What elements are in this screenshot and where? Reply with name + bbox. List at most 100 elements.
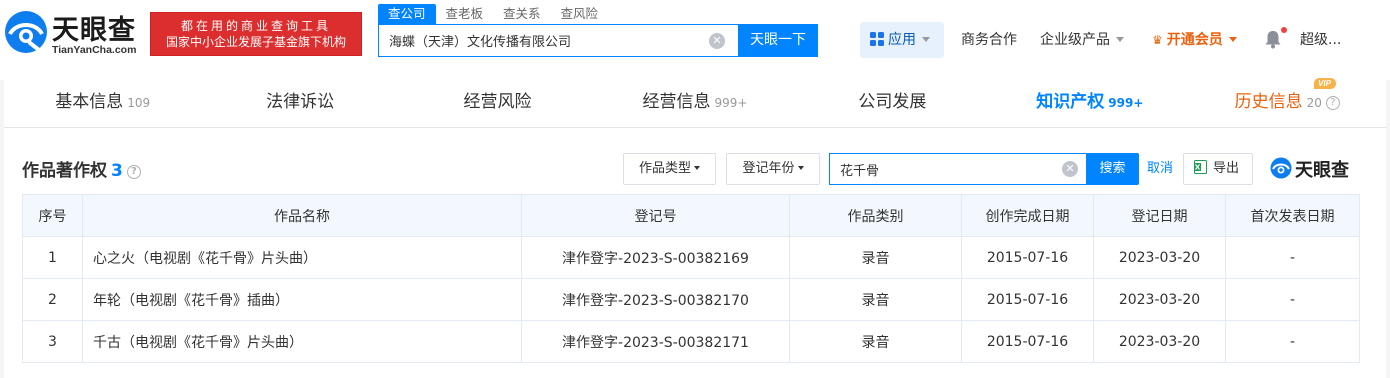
nav-business[interactable]: 商务合作 xyxy=(961,22,1017,58)
crown-icon: ♛ xyxy=(1152,33,1163,47)
filter-register-year[interactable]: 登记年份 xyxy=(726,153,820,185)
brand-watermark: 天眼查 xyxy=(1270,156,1362,182)
clear-search-icon[interactable]: ✕ xyxy=(709,33,725,49)
section-title: 作品著作权 3? xyxy=(22,156,141,181)
tab-label: 知识产权 xyxy=(1036,92,1105,112)
export-button[interactable]: 导出 xyxy=(1183,153,1253,185)
notification-dot xyxy=(1281,27,1287,33)
cell-reg-date: 2023-03-20 xyxy=(1093,320,1226,363)
cell-reg-no: 津作登字-2023-S-00382171 xyxy=(521,320,790,363)
cell-reg-date: 2023-03-20 xyxy=(1093,236,1226,279)
cell-category: 录音 xyxy=(789,236,962,279)
tab-history[interactable]: VIP 历史信息 20? xyxy=(1189,78,1386,127)
nav-enterprise-label: 企业级产品 xyxy=(1040,32,1110,48)
excel-icon xyxy=(1194,160,1207,174)
col-header-publish-date[interactable]: 首次发表日期 xyxy=(1225,194,1360,237)
tianyancha-logo-icon xyxy=(1270,157,1292,179)
nav-vip-label: 开通会员 xyxy=(1166,32,1223,48)
cell-completion-date: 2015-07-16 xyxy=(961,278,1094,321)
cell-index: 1 xyxy=(22,236,83,279)
tab-operation-info[interactable]: 经营信息 999+ xyxy=(596,78,793,127)
top-header: 天眼查 TianYanCha.com 都在用的商业查询工具 国家中小企业发展子基… xyxy=(0,0,1390,80)
clear-keyword-icon[interactable]: ✕ xyxy=(1062,161,1078,177)
cell-completion-date: 2015-07-16 xyxy=(961,320,1094,363)
tab-development[interactable]: 公司发展 xyxy=(794,78,991,127)
tab-search-company[interactable]: 查公司 xyxy=(378,4,436,24)
cell-work-name: 年轮（电视剧《花千骨》插曲） xyxy=(82,278,522,321)
tab-label: 历史信息 xyxy=(1234,92,1303,112)
cell-work-name: 心之火（电视剧《花千骨》片头曲） xyxy=(82,236,522,279)
table-row: 1 心之火（电视剧《花千骨》片头曲） 津作登字-2023-S-00382169 … xyxy=(22,236,1360,279)
cell-work-name: 千古（电视剧《花千骨》片头曲） xyxy=(82,320,522,363)
tab-search-boss[interactable]: 查老板 xyxy=(436,4,494,24)
cell-publish-date: - xyxy=(1225,320,1360,363)
banner-line-2: 国家中小企业发展子基金旗下机构 xyxy=(165,35,346,49)
apps-label: 应用 xyxy=(888,32,916,48)
tab-ip[interactable]: 知识产权 999+ xyxy=(991,78,1189,128)
chevron-down-icon xyxy=(1228,37,1237,42)
filter-work-type[interactable]: 作品类型 xyxy=(623,153,716,185)
col-header-work-name[interactable]: 作品名称 xyxy=(82,194,522,237)
tab-label: 基本信息 xyxy=(55,92,124,112)
table-row: 2 年轮（电视剧《花千骨》插曲） 津作登字-2023-S-00382170 录音… xyxy=(22,278,1360,321)
main-search-input[interactable] xyxy=(379,25,739,56)
search-mode-tabs: 查公司 查老板 查关系 查风险 xyxy=(378,4,608,24)
tab-label: 公司发展 xyxy=(858,92,927,112)
cell-index: 3 xyxy=(22,320,83,363)
chevron-down-icon xyxy=(694,166,700,170)
export-label: 导出 xyxy=(1213,161,1240,176)
tab-label: 法律诉讼 xyxy=(266,92,335,112)
table-row: 3 千古（电视剧《花千骨》片头曲） 津作登字-2023-S-00382171 录… xyxy=(22,320,1360,363)
site-logo[interactable]: 天眼查 TianYanCha.com xyxy=(4,6,146,64)
promo-banner: 都在用的商业查询工具 国家中小企业发展子基金旗下机构 xyxy=(150,12,362,56)
help-icon[interactable]: ? xyxy=(1325,96,1340,110)
logo-domain: TianYanCha.com xyxy=(52,44,137,56)
copyright-table: 序号 作品名称 登记号 作品类别 创作完成日期 登记日期 首次发表日期 1 心之… xyxy=(22,194,1360,363)
main-search-button[interactable]: 天眼一下 xyxy=(738,24,818,57)
apps-menu-button[interactable]: 应用 xyxy=(860,22,944,58)
cell-reg-no: 津作登字-2023-S-00382170 xyxy=(521,278,790,321)
apps-grid-icon xyxy=(870,32,884,46)
cancel-search-link[interactable]: 取消 xyxy=(1147,153,1173,185)
tab-search-relation[interactable]: 查关系 xyxy=(493,4,551,24)
col-header-index: 序号 xyxy=(22,194,83,237)
tab-label: 经营信息 xyxy=(642,92,711,112)
company-tabs: 基本信息 109 法律诉讼 经营风险 经营信息 999+ 公司发展 知识产权 999+… xyxy=(4,78,1386,128)
col-header-reg-no[interactable]: 登记号 xyxy=(521,194,790,237)
tab-count: 999+ xyxy=(1108,96,1144,110)
cell-category: 录音 xyxy=(789,278,962,321)
cell-publish-date: - xyxy=(1225,236,1360,279)
filter-register-year-label: 登记年份 xyxy=(742,161,795,176)
chevron-down-icon xyxy=(1116,37,1124,42)
tab-legal[interactable]: 法律诉讼 xyxy=(201,78,398,127)
tab-count: 109 xyxy=(127,96,151,110)
nav-enterprise[interactable]: 企业级产品 xyxy=(1040,22,1124,58)
main-search: ✕ 天眼一下 xyxy=(378,24,818,57)
chevron-down-icon xyxy=(797,166,804,170)
col-header-reg-date[interactable]: 登记日期 xyxy=(1093,194,1226,237)
tab-basic-info[interactable]: 基本信息 109 xyxy=(4,78,201,127)
cell-completion-date: 2015-07-16 xyxy=(961,236,1094,279)
cell-reg-date: 2023-03-20 xyxy=(1093,278,1226,321)
tianyancha-logo-icon xyxy=(5,11,47,53)
logo-text: 天眼查 xyxy=(52,15,136,46)
tab-operation-risk[interactable]: 经营风险 xyxy=(399,78,596,127)
cell-publish-date: - xyxy=(1225,278,1360,321)
tab-count: 20 xyxy=(1306,96,1322,110)
help-icon[interactable]: ? xyxy=(126,165,141,179)
col-header-category[interactable]: 作品类别 xyxy=(789,194,962,237)
filter-work-type-label: 作品类型 xyxy=(638,161,691,176)
user-menu[interactable]: 超级... xyxy=(1300,22,1341,58)
copyright-section: 作品著作权3? 作品类型 登记年份 ✕ 搜索 取消 导出 天眼查 序号 作 xyxy=(4,128,1386,378)
nav-vip[interactable]: ♛ 开通会员 xyxy=(1152,22,1237,58)
cell-category: 录音 xyxy=(789,320,962,363)
tab-count: 999+ xyxy=(714,96,748,110)
keyword-input[interactable] xyxy=(830,154,1050,184)
bell-icon[interactable] xyxy=(1264,29,1282,49)
tab-search-risk[interactable]: 查风险 xyxy=(551,4,609,24)
section-title-text: 作品著作权 xyxy=(22,161,107,181)
keyword-search-button[interactable]: 搜索 xyxy=(1086,153,1139,185)
vip-badge: VIP xyxy=(1313,78,1336,89)
cell-index: 2 xyxy=(22,278,83,321)
col-header-completion-date[interactable]: 创作完成日期 xyxy=(961,194,1094,237)
